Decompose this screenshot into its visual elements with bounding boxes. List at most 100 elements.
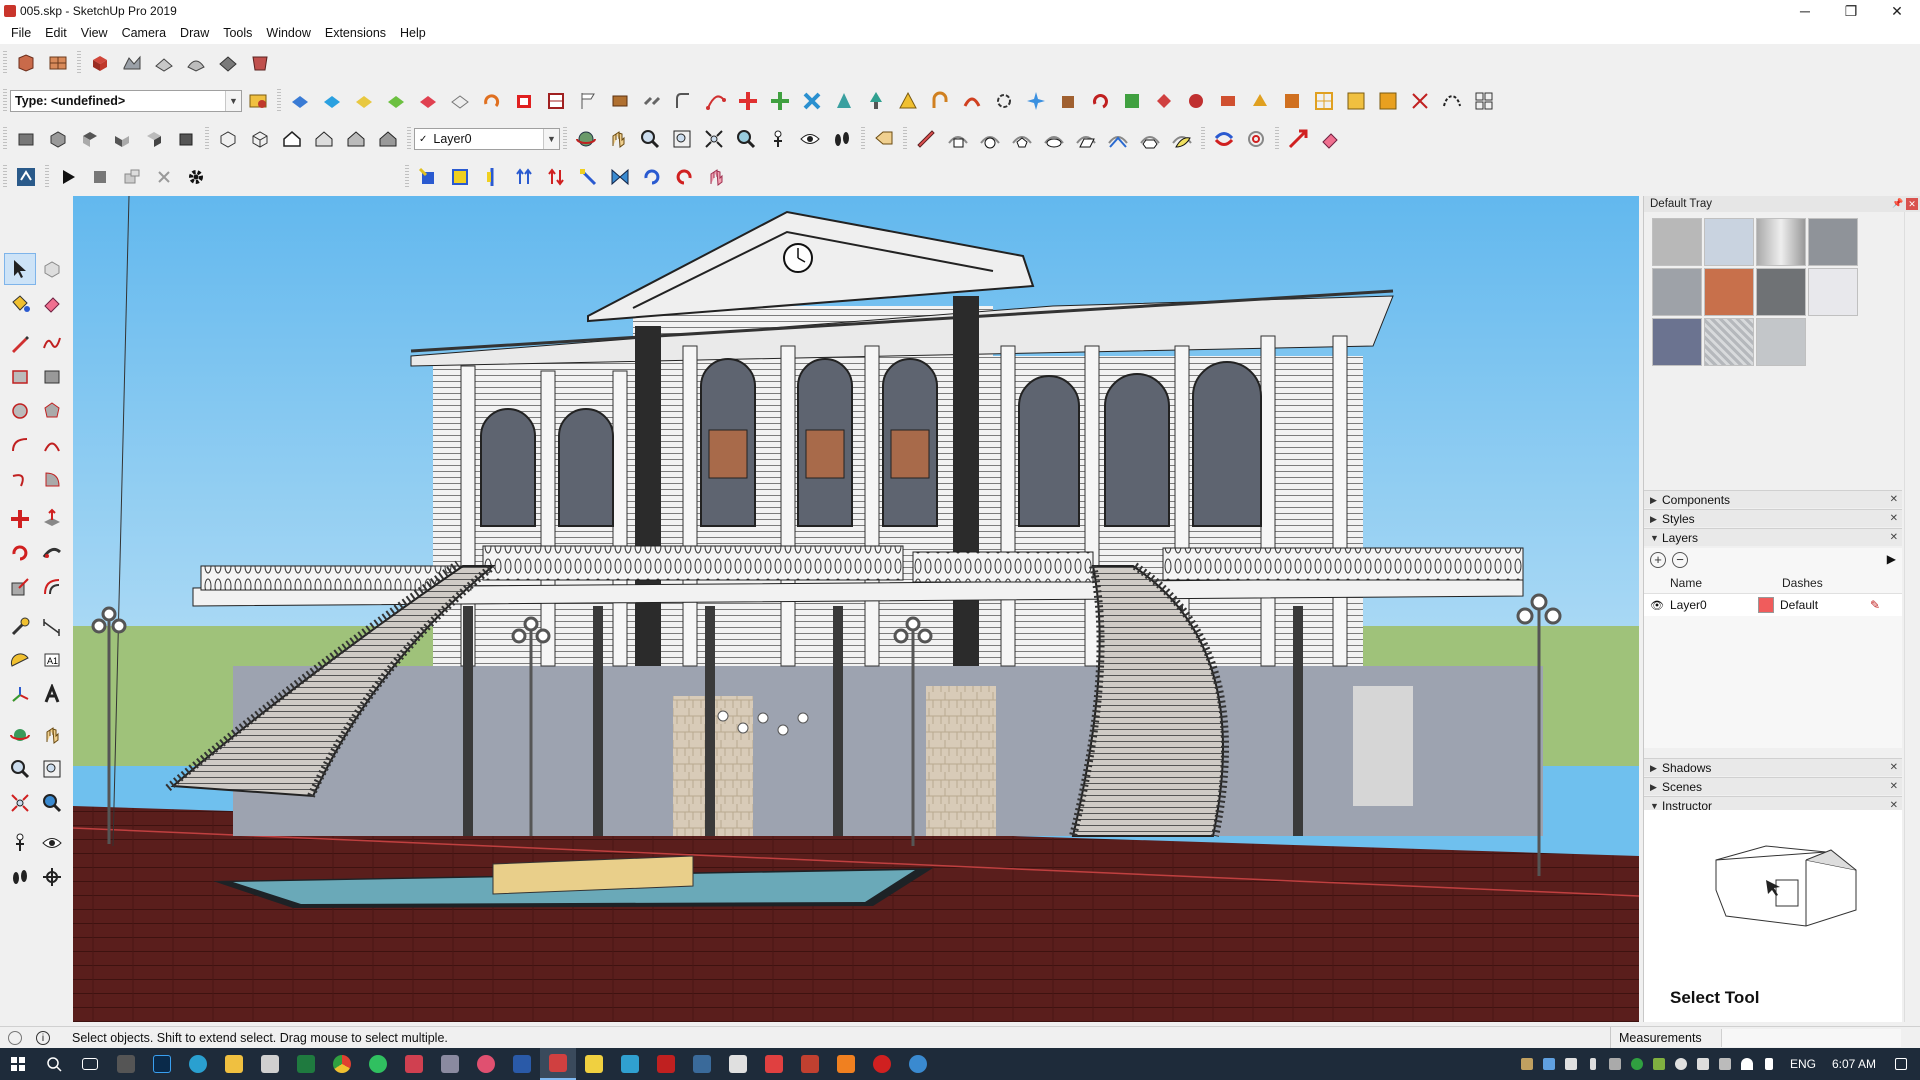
- layer-dashes-value[interactable]: Default: [1780, 598, 1870, 612]
- acrobat-app-icon[interactable]: [648, 1048, 684, 1080]
- layer-color-swatch[interactable]: [1758, 597, 1774, 613]
- drape-icon[interactable]: [244, 48, 276, 78]
- menu-tools[interactable]: Tools: [216, 22, 259, 44]
- diagonal-arrow-icon[interactable]: [572, 162, 604, 192]
- hook-icon[interactable]: [668, 86, 700, 116]
- shaded-icon[interactable]: [340, 124, 372, 154]
- app-icon-b[interactable]: [432, 1048, 468, 1080]
- move-cross-red-icon[interactable]: [732, 86, 764, 116]
- share-model-icon[interactable]: [42, 48, 74, 78]
- pan-tool-icon[interactable]: [36, 719, 68, 751]
- app-icon-i[interactable]: [900, 1048, 936, 1080]
- position-camera-tool-icon[interactable]: [4, 827, 36, 859]
- grid-icon[interactable]: [1468, 86, 1500, 116]
- text-icon[interactable]: A1: [36, 645, 68, 677]
- sticky-notes-icon[interactable]: [576, 1048, 612, 1080]
- bend-icon[interactable]: [924, 86, 956, 116]
- yellow-box-icon[interactable]: [444, 162, 476, 192]
- stop-icon[interactable]: [84, 162, 116, 192]
- ellipse-shape-icon[interactable]: [1038, 124, 1070, 154]
- plugin-f-icon[interactable]: [1276, 86, 1308, 116]
- chevron-down-icon[interactable]: ▼: [543, 129, 559, 149]
- mirror-icon[interactable]: [604, 162, 636, 192]
- zoom-window-tool-icon[interactable]: [36, 753, 68, 785]
- three-point-arc-icon[interactable]: [4, 463, 36, 495]
- task-view-icon[interactable]: [72, 1048, 108, 1080]
- previous-view-icon[interactable]: [730, 124, 762, 154]
- vlc-app-icon[interactable]: [828, 1048, 864, 1080]
- loop-icon[interactable]: [988, 86, 1020, 116]
- orbit-tool-icon[interactable]: [4, 719, 36, 751]
- front-view-icon[interactable]: [106, 124, 138, 154]
- position-camera-icon[interactable]: [762, 124, 794, 154]
- arc-icon[interactable]: [4, 429, 36, 461]
- look-around-eye-icon[interactable]: [794, 124, 826, 154]
- two-point-arc-icon[interactable]: [36, 429, 68, 461]
- close-window-button[interactable]: ✕: [1874, 0, 1920, 22]
- 3d-text-icon[interactable]: [36, 679, 68, 711]
- rotate-blue-icon[interactable]: [636, 162, 668, 192]
- rotate-red-icon[interactable]: [668, 162, 700, 192]
- section-plane-blue-icon[interactable]: [284, 86, 316, 116]
- restore-button[interactable]: ❐: [1828, 0, 1874, 22]
- section-plane-red-icon[interactable]: [412, 86, 444, 116]
- chain-icon[interactable]: [636, 86, 668, 116]
- material-swatch[interactable]: [1704, 318, 1754, 366]
- arc-follow-icon[interactable]: [476, 86, 508, 116]
- styles-panel-header[interactable]: ▶ Styles ✕: [1644, 509, 1902, 527]
- tray-app-icon[interactable]: [1604, 1048, 1626, 1080]
- notification-icon[interactable]: [1890, 1048, 1912, 1080]
- close-panel-icon[interactable]: ✕: [1890, 510, 1898, 528]
- sandbox-from-scratch-icon[interactable]: [148, 48, 180, 78]
- orbit-icon[interactable]: [570, 124, 602, 154]
- move-cross-green-icon[interactable]: [764, 86, 796, 116]
- leaf-shape-icon[interactable]: [1166, 124, 1198, 154]
- toolbar-grip[interactable]: [3, 51, 7, 75]
- zoom-extents-tool-icon[interactable]: [4, 787, 36, 819]
- clear-x-icon[interactable]: [148, 162, 180, 192]
- type-combo[interactable]: Type: <undefined> ▼: [10, 90, 242, 112]
- visibility-eye-icon[interactable]: 👁: [1644, 599, 1670, 612]
- close-panel-icon[interactable]: ✕: [1890, 759, 1898, 777]
- align-up-arrows-icon[interactable]: [508, 162, 540, 192]
- app-icon-a[interactable]: [396, 1048, 432, 1080]
- protractor-icon[interactable]: [4, 645, 36, 677]
- lumion-logo-icon[interactable]: [10, 162, 42, 192]
- pdf-app-icon[interactable]: [756, 1048, 792, 1080]
- volume-icon[interactable]: [1758, 1048, 1780, 1080]
- spiral-icon[interactable]: [1240, 124, 1272, 154]
- layers-panel-header[interactable]: ▼ Layers ✕: [1644, 528, 1902, 546]
- push-pull-icon[interactable]: [36, 503, 68, 535]
- align-red-arrows-icon[interactable]: [540, 162, 572, 192]
- red-box-icon[interactable]: [508, 86, 540, 116]
- shadows-panel-header[interactable]: ▶ Shadows ✕: [1644, 758, 1902, 776]
- menu-camera[interactable]: Camera: [115, 22, 173, 44]
- select-blue-cube-icon[interactable]: [412, 162, 444, 192]
- material-swatch[interactable]: [1756, 218, 1806, 266]
- language-indicator[interactable]: ENG: [1790, 1057, 1816, 1071]
- export-selection-icon[interactable]: [116, 162, 148, 192]
- sandbox-from-contours-icon[interactable]: [116, 48, 148, 78]
- app-icon-c[interactable]: [468, 1048, 504, 1080]
- minimize-button[interactable]: ─: [1782, 0, 1828, 22]
- menu-help[interactable]: Help: [393, 22, 433, 44]
- tape-measure-icon[interactable]: [4, 611, 36, 643]
- word-app-icon[interactable]: [504, 1048, 540, 1080]
- components-panel-header[interactable]: ▶ Components ✕: [1644, 490, 1902, 508]
- zoom-tool-icon[interactable]: [4, 753, 36, 785]
- material-swatch[interactable]: [1704, 218, 1754, 266]
- excel-app-icon[interactable]: [288, 1048, 324, 1080]
- tray-scrollbar[interactable]: [1904, 212, 1920, 1022]
- wifi-icon[interactable]: [1736, 1048, 1758, 1080]
- settings-gear-icon[interactable]: [180, 162, 212, 192]
- calculator-app-icon[interactable]: [108, 1048, 144, 1080]
- circle-shape-icon[interactable]: [974, 124, 1006, 154]
- tray-app-icon[interactable]: [1626, 1048, 1648, 1080]
- tray-app-icon[interactable]: [1538, 1048, 1560, 1080]
- axes-icon[interactable]: [4, 679, 36, 711]
- info-icon[interactable]: i: [36, 1031, 50, 1045]
- menu-extensions[interactable]: Extensions: [318, 22, 393, 44]
- layer-details-arrow-icon[interactable]: ▶: [1887, 552, 1896, 566]
- app-icon-g[interactable]: [792, 1048, 828, 1080]
- photoshop-app-icon[interactable]: [144, 1048, 180, 1080]
